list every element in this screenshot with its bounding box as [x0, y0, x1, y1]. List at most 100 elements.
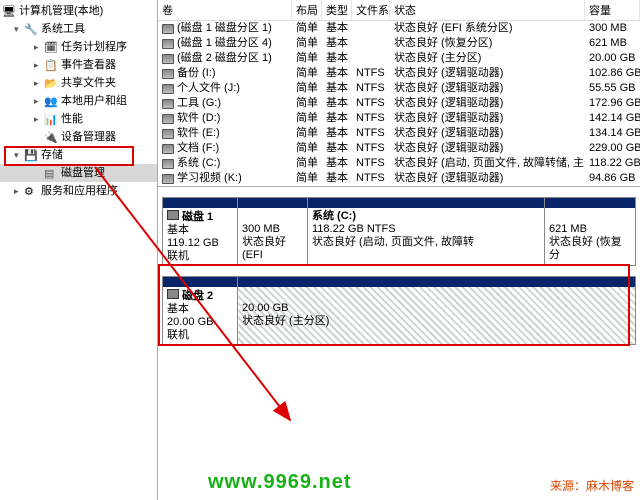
expand-icon[interactable]: ▸ [34, 57, 44, 73]
vol-name: 文档 (F:) [177, 141, 219, 156]
vol-type: 基本 [322, 36, 352, 51]
vol-type: 基本 [322, 81, 352, 96]
table-row[interactable]: 个人文件 (J:)简单基本NTFS状态良好 (逻辑驱动器)55.55 GB [158, 81, 640, 96]
collapse-icon[interactable]: ▾ [14, 21, 24, 37]
expand-icon[interactable]: ▸ [34, 93, 44, 109]
vol-layout: 简单 [292, 81, 322, 96]
vol-layout: 简单 [292, 111, 322, 126]
vol-name: (磁盘 2 磁盘分区 1) [177, 51, 272, 66]
tree-users[interactable]: ▸ 本地用户和组 [0, 92, 157, 110]
tree-event[interactable]: ▸ 事件查看器 [0, 56, 157, 74]
vol-capacity: 229.00 GB [585, 141, 640, 156]
vol-capacity: 300 MB [585, 21, 640, 36]
volume-icon [162, 24, 174, 34]
vol-status: 状态良好 (逻辑驱动器) [390, 111, 585, 126]
table-row[interactable]: (磁盘 1 磁盘分区 1)简单基本状态良好 (EFI 系统分区)300 MB [158, 21, 640, 36]
vol-status: 状态良好 (逻辑驱动器) [390, 171, 585, 186]
collapse-icon[interactable]: ▾ [14, 147, 24, 163]
disk-size: 20.00 GB [167, 316, 213, 328]
tree-root[interactable]: 计算机管理(本地) [0, 2, 157, 20]
col-type[interactable]: 类型 [322, 0, 352, 20]
part-status: 状态良好 (启动, 页面文件, 故障转 [312, 236, 474, 248]
vol-name: 软件 (E:) [177, 126, 220, 141]
volume-icon [162, 99, 174, 109]
table-header: 卷 布局 类型 文件系统 状态 容量 [158, 0, 640, 21]
col-layout[interactable]: 布局 [292, 0, 322, 20]
vol-fs: NTFS [352, 96, 390, 111]
expand-icon[interactable]: ▸ [34, 111, 44, 127]
part-status: 状态良好 (EFI [242, 236, 286, 261]
table-row[interactable]: 软件 (D:)简单基本NTFS状态良好 (逻辑驱动器)142.14 GB [158, 111, 640, 126]
vol-fs: NTFS [352, 66, 390, 81]
expand-icon[interactable]: ▸ [34, 39, 44, 55]
storage-icon [24, 148, 38, 162]
disk-type: 基本 [167, 303, 189, 315]
device-icon [44, 130, 58, 144]
tree-label: 事件查看器 [61, 57, 116, 73]
table-row[interactable]: (磁盘 2 磁盘分区 1)简单基本状态良好 (主分区)20.00 GB [158, 51, 640, 66]
source-label: 来源：麻木博客 [550, 477, 634, 494]
disk-row-2[interactable]: 磁盘 2 基本 20.00 GB 联机 20.00 GB状态良好 (主分区) [162, 276, 636, 345]
tree-perf[interactable]: ▸性能 [0, 110, 157, 128]
vol-status: 状态良好 (启动, 页面文件, 故障转储, 主分区) [390, 156, 585, 171]
vol-fs: NTFS [352, 126, 390, 141]
tree-diskmgmt[interactable]: 磁盘管理 [0, 164, 157, 182]
vol-layout: 简单 [292, 36, 322, 51]
col-fs[interactable]: 文件系统 [352, 0, 390, 20]
expand-icon[interactable]: ▸ [34, 75, 44, 91]
vol-capacity: 55.55 GB [585, 81, 640, 96]
expand-icon[interactable]: ▸ [14, 183, 24, 199]
vol-type: 基本 [322, 141, 352, 156]
table-row[interactable]: 系统 (C:)简单基本NTFS状态良好 (启动, 页面文件, 故障转储, 主分区… [158, 156, 640, 171]
col-status[interactable]: 状态 [390, 0, 585, 20]
tree-task[interactable]: ▸任务计划程序 [0, 38, 157, 56]
disk-row-1[interactable]: 磁盘 1 基本 119.12 GB 联机 300 MB状态良好 (EFI 系统 … [162, 197, 636, 266]
vol-status: 状态良好 (恢复分区) [390, 36, 585, 51]
col-volume[interactable]: 卷 [158, 0, 292, 20]
vol-capacity: 102.86 GB [585, 66, 640, 81]
part-size: 118.22 GB NTFS [312, 223, 396, 235]
disk-status: 联机 [167, 329, 189, 341]
table-row[interactable]: 备份 (I:)简单基本NTFS状态良好 (逻辑驱动器)102.86 GB [158, 66, 640, 81]
part-status: 状态良好 (主分区) [242, 315, 329, 327]
partition[interactable]: 20.00 GB状态良好 (主分区) [238, 277, 635, 344]
part-size: 300 MB [242, 223, 280, 235]
vol-name: 系统 (C:) [177, 156, 220, 171]
tree-share[interactable]: ▸共享文件夹 [0, 74, 157, 92]
table-row[interactable]: 学习视频 (K:)简单基本NTFS状态良好 (逻辑驱动器)94.86 GB [158, 171, 640, 186]
table-body: (磁盘 1 磁盘分区 1)简单基本状态良好 (EFI 系统分区)300 MB (磁… [158, 21, 640, 186]
disk-title: 磁盘 1 [182, 211, 213, 223]
task-icon [44, 40, 58, 54]
tree-services[interactable]: ▸ 服务和应用程序 [0, 182, 157, 200]
table-row[interactable]: 软件 (E:)简单基本NTFS状态良好 (逻辑驱动器)134.14 GB [158, 126, 640, 141]
volume-icon [162, 39, 174, 49]
vol-type: 基本 [322, 66, 352, 81]
tree-device[interactable]: 设备管理器 [0, 128, 157, 146]
tree-label: 服务和应用程序 [41, 183, 118, 199]
users-icon [44, 94, 58, 108]
tree-label: 本地用户和组 [61, 93, 127, 109]
partition[interactable]: 621 MB状态良好 (恢复分 [545, 198, 635, 265]
vol-type: 基本 [322, 111, 352, 126]
vol-name: 工具 (G:) [177, 96, 221, 111]
tree-label: 设备管理器 [61, 129, 116, 145]
volume-icon [162, 129, 174, 139]
table-row[interactable]: 文档 (F:)简单基本NTFS状态良好 (逻辑驱动器)229.00 GB [158, 141, 640, 156]
vol-capacity: 94.86 GB [585, 171, 640, 186]
vol-capacity: 118.22 GB [585, 156, 640, 171]
vol-layout: 简单 [292, 96, 322, 111]
vol-layout: 简单 [292, 126, 322, 141]
part-size: 20.00 GB [242, 302, 288, 314]
col-capacity[interactable]: 容量 [585, 0, 640, 20]
tree-storage[interactable]: ▾存储 [0, 146, 157, 164]
table-row[interactable]: 工具 (G:)简单基本NTFS状态良好 (逻辑驱动器)172.96 GB [158, 96, 640, 111]
table-row[interactable]: (磁盘 1 磁盘分区 4)简单基本状态良好 (恢复分区)621 MB [158, 36, 640, 51]
vol-type: 基本 [322, 156, 352, 171]
partition[interactable]: 系统 (C:)118.22 GB NTFS状态良好 (启动, 页面文件, 故障转 [308, 198, 545, 265]
partition[interactable]: 300 MB状态良好 (EFI [238, 198, 308, 265]
tree-systools[interactable]: ▾系统工具 [0, 20, 157, 38]
vol-type: 基本 [322, 171, 352, 186]
vol-status: 状态良好 (逻辑驱动器) [390, 96, 585, 111]
disk-icon [44, 166, 58, 180]
service-icon [24, 184, 38, 198]
